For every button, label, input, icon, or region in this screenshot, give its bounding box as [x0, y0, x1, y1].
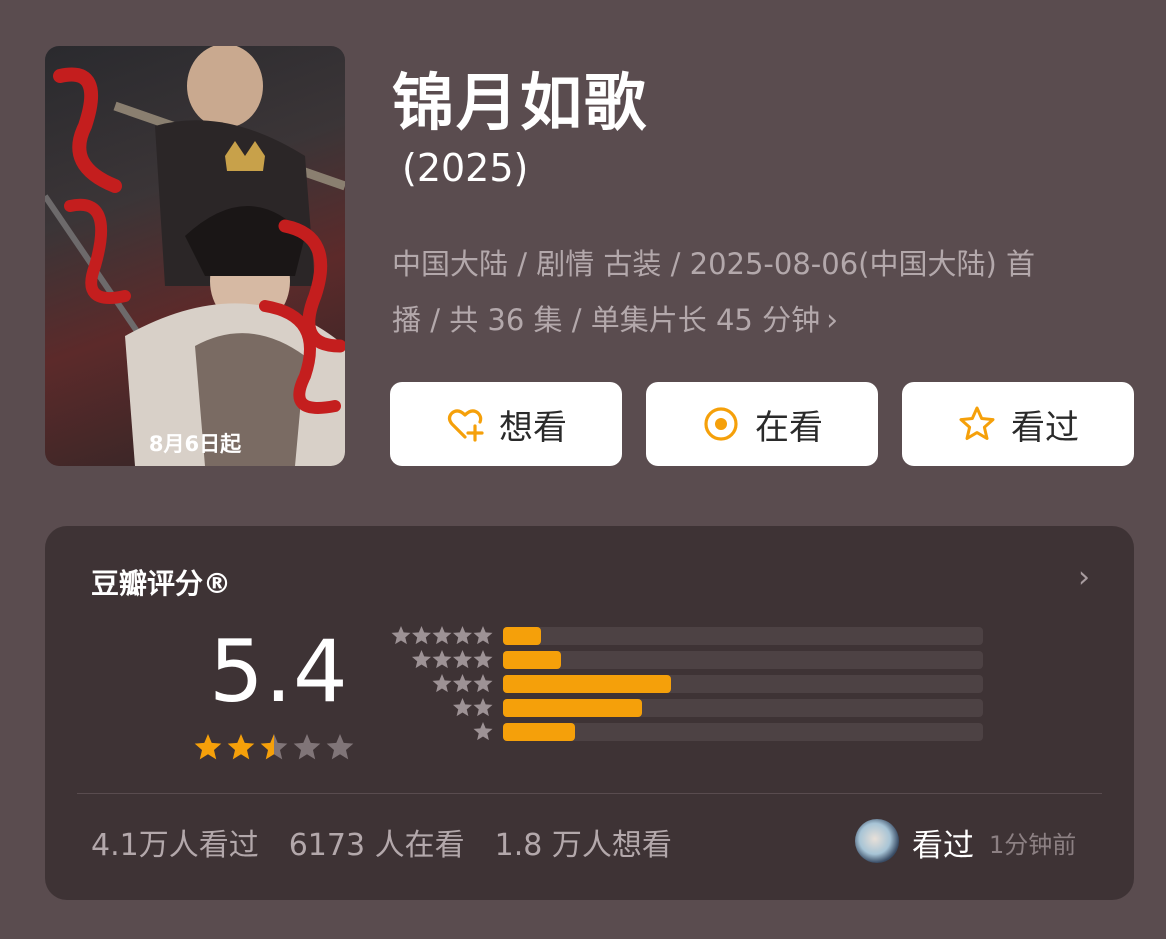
watched-label: 看过: [1011, 407, 1079, 448]
distribution-bar-3: [503, 675, 983, 693]
divider: [77, 793, 1102, 794]
star-outline-icon: [957, 404, 997, 444]
watching-label: 在看: [755, 407, 823, 448]
rating-score: 5.4: [209, 622, 349, 722]
release-year: (2025): [402, 146, 529, 190]
distribution-bar-fill: [503, 699, 643, 717]
show-meta[interactable]: 中国大陆 / 剧情 古装 / 2025-08-06(中国大陆) 首 播 / 共 …: [392, 236, 1132, 349]
watch-stats: 4.1万人看过 6173 人在看 1.8 万人想看: [91, 820, 672, 864]
distribution-stars-2: [452, 698, 493, 717]
stat-watched: 4.1万人看过: [91, 828, 259, 863]
distribution-bar-2: [503, 699, 983, 717]
distribution-bar-fill: [503, 627, 542, 645]
avatar[interactable]: [855, 819, 899, 863]
chevron-right-icon: ›: [826, 303, 839, 338]
meta-line-2-text: 播 / 共 36 集 / 单集片长 45 分钟: [392, 303, 821, 337]
star-icon: [473, 650, 493, 669]
user-status-time: 1分钟前: [989, 831, 1077, 859]
score-star-icon: [326, 734, 354, 760]
poster-image[interactable]: 8月6日起: [45, 46, 345, 466]
distribution-bar-fill: [503, 723, 575, 741]
chevron-right-icon[interactable]: ›: [1078, 560, 1090, 595]
page-title: 锦月如歌: [392, 66, 649, 139]
stat-watching: 6173 人在看: [288, 828, 465, 863]
star-icon: [432, 674, 452, 693]
star-icon: [473, 722, 493, 741]
rating-card-title: 豆瓣评分®: [91, 567, 232, 600]
distribution-stars-4: [411, 650, 493, 669]
want-to-watch-label: 想看: [499, 407, 567, 448]
distribution-stars-3: [432, 674, 493, 693]
distribution-bar-fill: [503, 675, 671, 693]
score-star-icon: [293, 734, 321, 760]
score-star-icon: [260, 734, 288, 760]
star-icon: [452, 674, 473, 693]
star-icon: [473, 626, 493, 645]
score-star-icon: [194, 734, 222, 760]
star-icon: [473, 674, 493, 693]
watching-button[interactable]: 在看: [646, 382, 878, 466]
star-icon: [452, 698, 473, 717]
score-star-icon: [227, 734, 255, 760]
meta-line-2: 播 / 共 36 集 / 单集片长 45 分钟 ›: [392, 292, 1132, 349]
star-icon: [452, 626, 473, 645]
user-status: 看过: [912, 828, 974, 864]
star-icon: [411, 626, 432, 645]
meta-line-1: 中国大陆 / 剧情 古装 / 2025-08-06(中国大陆) 首: [392, 247, 1036, 281]
distribution-bar-5: [503, 627, 983, 645]
distribution-stars-1: [473, 722, 493, 741]
star-icon: [473, 698, 493, 717]
watched-button[interactable]: 看过: [902, 382, 1134, 466]
rating-card[interactable]: 豆瓣评分® › 5.4 4.1万人看过 6173 人在看 1.8 万人想看 看过…: [45, 526, 1134, 900]
star-icon: [432, 650, 452, 669]
target-icon: [701, 404, 741, 444]
star-icon: [452, 650, 473, 669]
distribution-bar-1: [503, 723, 983, 741]
stat-want: 1.8 万人想看: [494, 828, 672, 863]
distribution-stars-5: [391, 626, 493, 645]
star-icon: [391, 626, 411, 645]
distribution-bar-fill: [503, 651, 561, 669]
poster-release-date: 8月6日起: [148, 432, 242, 456]
want-to-watch-button[interactable]: 想看: [390, 382, 622, 466]
star-icon: [411, 650, 432, 669]
score-stars: [193, 731, 363, 769]
star-icon: [432, 626, 452, 645]
distribution-bar-4: [503, 651, 983, 669]
heart-plus-icon: [445, 404, 485, 444]
